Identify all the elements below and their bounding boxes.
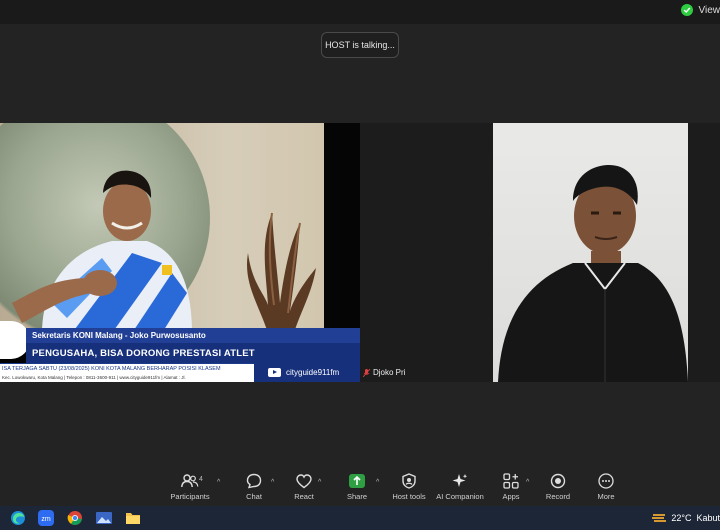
edge-browser-icon[interactable] bbox=[10, 510, 26, 526]
lower-third-headline: PENGUSAHA, BISA DORONG PRESTASI ATLET bbox=[26, 343, 360, 363]
host-shield-icon bbox=[402, 473, 416, 489]
news-lower-third: Sekretaris KONI Malang - Joko Purwosusan… bbox=[0, 328, 360, 382]
participant-person bbox=[498, 165, 688, 382]
record-icon bbox=[550, 473, 566, 489]
shield-check-icon bbox=[680, 4, 693, 16]
participant-name-tag: Djoko Pri bbox=[363, 368, 405, 377]
sparkle-icon bbox=[452, 474, 468, 487]
wood-sculpture bbox=[247, 212, 316, 333]
view-label[interactable]: View bbox=[699, 5, 720, 16]
view-control[interactable]: View bbox=[680, 4, 720, 16]
participant-camera bbox=[493, 123, 688, 382]
svg-text:zm: zm bbox=[41, 516, 51, 523]
talking-toast: HOST is talking... bbox=[321, 32, 399, 58]
photo-app-icon[interactable] bbox=[96, 510, 112, 526]
lower-third-brand: cityguide911fm bbox=[254, 363, 360, 382]
participants-icon bbox=[181, 474, 199, 488]
chrome-browser-icon[interactable] bbox=[67, 510, 83, 526]
windows-taskbar: zm 22°C Kabut bbox=[0, 506, 720, 530]
chat-icon bbox=[246, 473, 262, 489]
heart-icon bbox=[296, 473, 312, 488]
participants-count: 4 bbox=[199, 476, 203, 483]
apps-icon bbox=[503, 473, 519, 489]
temperature: 22°C bbox=[671, 513, 692, 523]
brand-label: cityguide911fm bbox=[286, 368, 340, 377]
speaker-person bbox=[12, 170, 192, 333]
meeting-toolbar: Participants 4 ^ Chat ^ React ^ Share ^ bbox=[0, 472, 720, 506]
participant-name: Djoko Pri bbox=[373, 368, 406, 377]
zoom-app-icon[interactable]: zm bbox=[38, 510, 54, 526]
broadcast-scene bbox=[0, 123, 324, 333]
video-gallery: Sekretaris KONI Malang - Joko Purwosusan… bbox=[0, 123, 720, 382]
react-caret-icon[interactable]: ^ bbox=[318, 479, 321, 486]
youtube-icon bbox=[268, 368, 281, 377]
weather-widget[interactable]: 22°C Kabut bbox=[652, 512, 720, 524]
video-tile-participant[interactable]: Djoko Pri bbox=[361, 123, 720, 382]
lower-third-name: Sekretaris KONI Malang - Joko Purwosusan… bbox=[26, 328, 360, 343]
lower-third-ticker: ISA TERJAGA SABTU (23/08/2025) KONI KOTA… bbox=[0, 363, 254, 375]
file-explorer-icon[interactable] bbox=[125, 510, 141, 526]
top-bar: View bbox=[0, 0, 720, 24]
more-dots-icon bbox=[598, 473, 614, 489]
video-tile-broadcast[interactable]: Sekretaris KONI Malang - Joko Purwosusan… bbox=[0, 123, 360, 382]
weather-text: Kabut bbox=[696, 513, 720, 523]
participants-button[interactable]: Participants bbox=[155, 472, 225, 501]
mic-muted-icon bbox=[363, 368, 370, 377]
fog-icon bbox=[652, 514, 667, 522]
more-button[interactable]: More bbox=[571, 472, 641, 501]
share-screen-icon bbox=[349, 474, 365, 488]
lower-third-address: Kec. Lowokwaru, Kota Malang | Telepon : … bbox=[0, 375, 254, 382]
